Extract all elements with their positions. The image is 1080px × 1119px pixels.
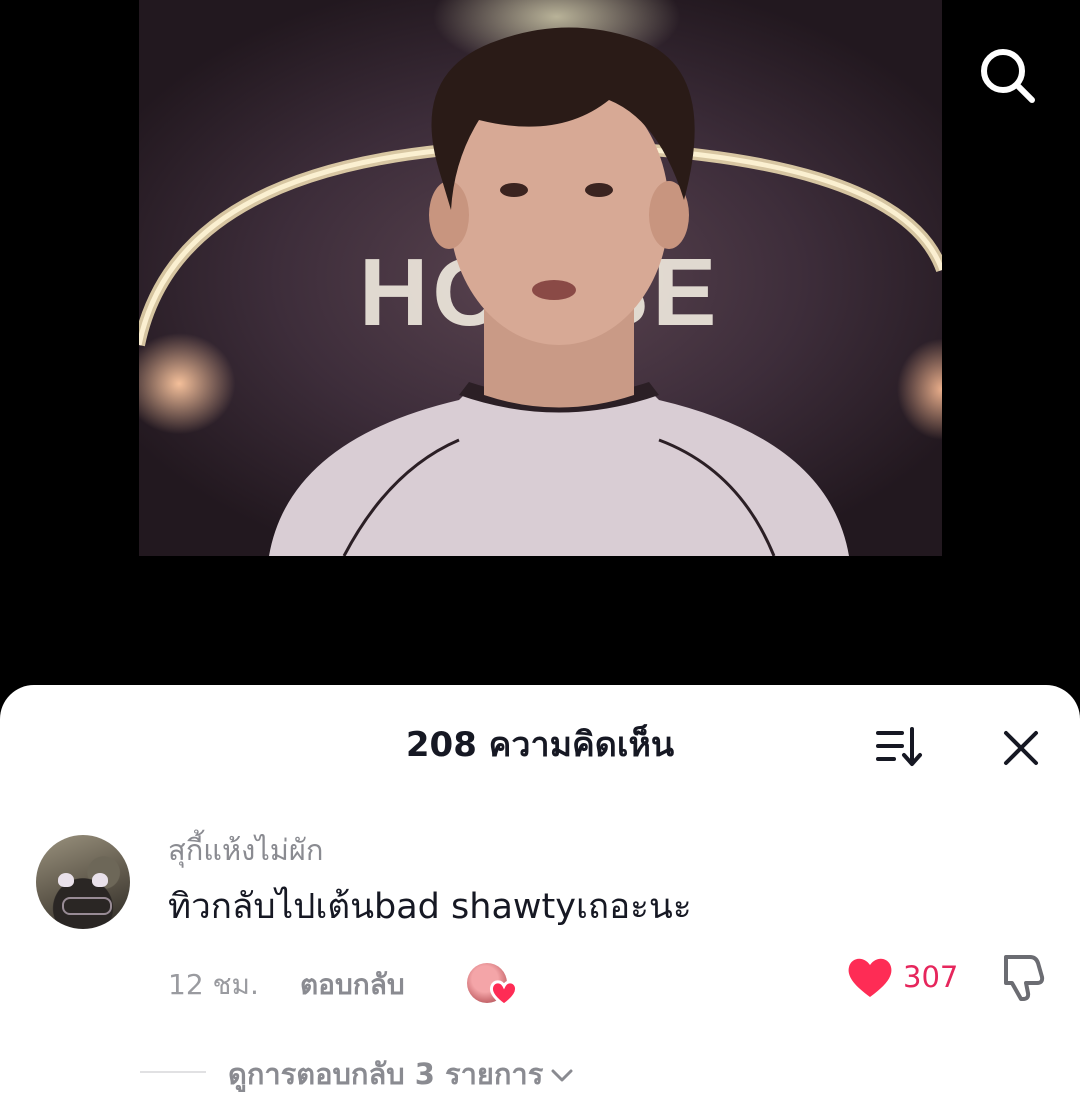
comment-timestamp: 12 ชม. xyxy=(168,968,259,1001)
view-replies-button[interactable]: ดูการตอบกลับ 3 รายการ xyxy=(228,1055,573,1093)
comment-text: ทิวกลับไปเต้นbad shawtyเถอะนะ xyxy=(168,887,692,927)
search-icon xyxy=(981,49,1035,103)
close-button[interactable] xyxy=(998,725,1044,771)
avatar[interactable] xyxy=(36,835,130,929)
comments-sheet: 208 ความคิดเห็น สุกี้แห้งไม่ผัก ทิวกลับไ… xyxy=(0,685,1080,1119)
like-button[interactable] xyxy=(846,955,894,999)
video-frame-illustration: HOUSE xyxy=(139,27,942,556)
avatar-ear-decoration xyxy=(92,873,108,887)
avatar-ear-decoration xyxy=(58,873,74,887)
chevron-down-icon xyxy=(551,1069,573,1082)
dislike-button[interactable] xyxy=(996,953,1048,1003)
like-count: 307 xyxy=(903,960,959,994)
view-replies-label: ดูการตอบกลับ 3 รายการ xyxy=(228,1057,544,1091)
close-icon xyxy=(1004,731,1038,765)
reply-button[interactable]: ตอบกลับ xyxy=(300,967,405,1003)
heart-icon xyxy=(848,958,892,997)
creator-liked-badge xyxy=(467,963,519,1007)
avatar-glasses xyxy=(62,897,112,915)
comment-username[interactable]: สุกี้แห้งไม่ผัก xyxy=(168,832,323,868)
search-button[interactable] xyxy=(976,44,1038,106)
video-player[interactable]: HOUSE xyxy=(139,0,942,556)
thumbs-down-icon xyxy=(1004,955,1045,1001)
sort-button[interactable] xyxy=(874,725,926,769)
replies-divider xyxy=(140,1071,206,1073)
heart-icon xyxy=(489,980,519,1007)
sort-icon xyxy=(876,727,922,766)
